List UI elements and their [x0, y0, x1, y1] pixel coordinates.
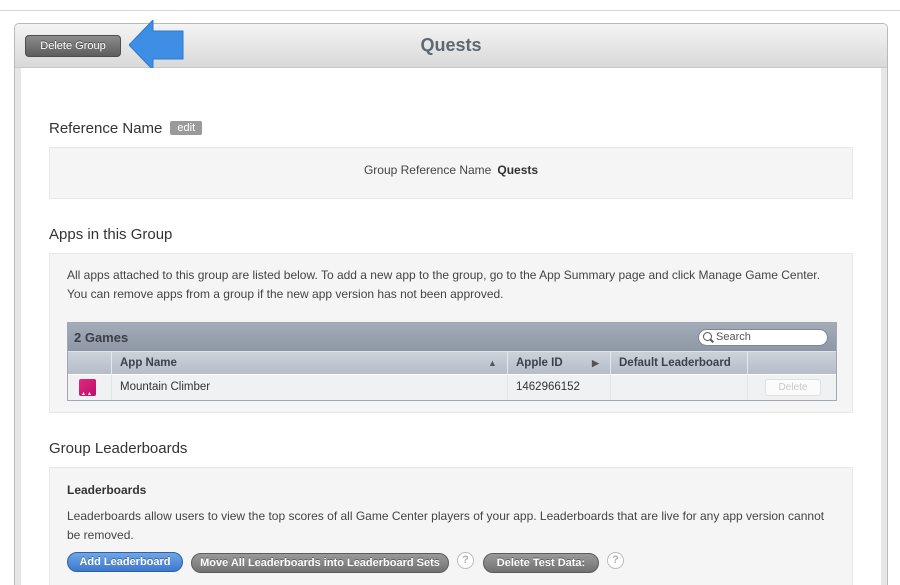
apple-id-cell: 1462966152	[508, 375, 611, 400]
column-apple-id-label: Apple ID	[516, 357, 563, 369]
sort-ascending-icon: ▲	[488, 358, 497, 368]
games-table: 2 Games Search App Name ▲ Apple ID ▶ Def…	[67, 322, 837, 406]
app-name-cell: Mountain Climber	[112, 375, 508, 400]
column-header-row: App Name ▲ Apple ID ▶ Default Leaderboar…	[68, 351, 836, 375]
app-icon-cell	[68, 375, 112, 406]
edit-button[interactable]: edit	[170, 121, 203, 135]
apps-box: All apps attached to this group are list…	[49, 253, 853, 413]
default-leaderboard-cell	[611, 375, 748, 400]
leaderboards-description: Leaderboards allow users to view the top…	[67, 509, 825, 542]
help-icon[interactable]: ?	[457, 552, 474, 569]
column-default-leaderboard[interactable]: Default Leaderboard	[611, 352, 748, 375]
reference-name-box: Group Reference Name Quests	[49, 147, 853, 199]
delete-test-data-button[interactable]: Delete Test Data:	[483, 553, 599, 573]
column-app-name-label: App Name	[120, 357, 177, 369]
sort-right-icon: ▶	[592, 358, 599, 368]
move-leaderboards-button[interactable]: Move All Leaderboards into Leaderboard S…	[191, 553, 449, 573]
group-reference-row: Group Reference Name Quests	[50, 163, 852, 177]
table-header: 2 Games Search	[68, 323, 836, 351]
apps-section-title: Apps in this Group	[49, 226, 173, 243]
leaderboards-box: Leaderboards Leaderboards allow users to…	[49, 467, 853, 585]
reference-name-title: Reference Name	[49, 120, 163, 137]
group-leaderboards-title: Group Leaderboards	[49, 440, 188, 457]
add-leaderboard-button[interactable]: Add Leaderboard	[67, 552, 183, 572]
games-count: 2 Games	[74, 330, 129, 345]
column-icon	[68, 352, 112, 375]
column-apple-id[interactable]: Apple ID ▶	[508, 352, 611, 375]
reference-name-heading: Reference Name edit	[49, 120, 203, 137]
arrow-pointer-icon	[129, 20, 184, 70]
main-content: Reference Name edit Group Reference Name Q…	[21, 68, 881, 585]
help-icon[interactable]: ?	[607, 552, 624, 569]
group-reference-label: Group Reference Name	[363, 163, 492, 177]
column-app-name[interactable]: App Name ▲	[112, 352, 508, 375]
apps-description: All apps attached to this group are list…	[67, 268, 820, 301]
row-delete-button[interactable]: Delete	[765, 379, 821, 396]
search-placeholder: Search	[716, 331, 751, 343]
column-default-leaderboard-label: Default Leaderboard	[619, 357, 731, 369]
search-input[interactable]: Search	[698, 329, 828, 346]
group-reference-value: Quests	[497, 163, 539, 177]
table-row[interactable]: Mountain Climber 1462966152 Delete	[68, 375, 836, 406]
search-icon	[703, 332, 712, 341]
column-actions	[748, 352, 836, 375]
mountain-climber-app-icon	[79, 379, 96, 406]
leaderboards-heading: Leaderboards	[67, 483, 147, 497]
